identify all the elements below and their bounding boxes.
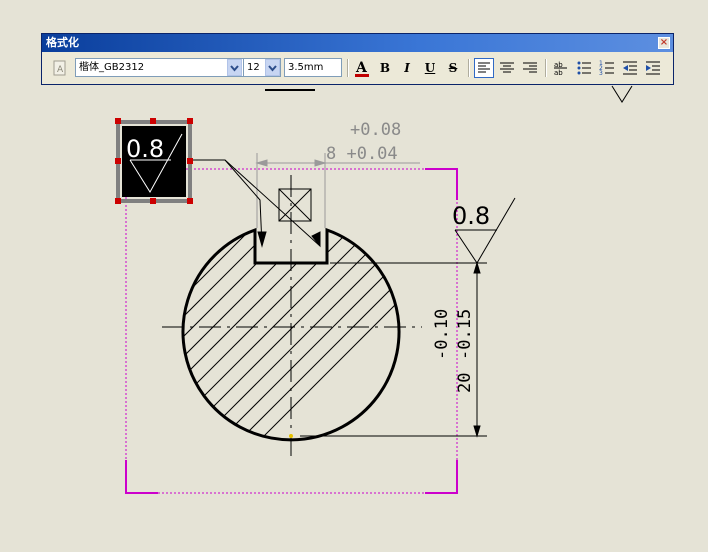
dimension-tolerance-upper: -0.15 (455, 309, 475, 360)
numbered-list-icon[interactable]: 123 (597, 58, 617, 78)
svg-text:ab: ab (554, 69, 563, 77)
toolbar-controls: A 楷体_GB2312 12 3.5mm A B I U S ab ab 1 2… (42, 54, 673, 82)
snap-point (289, 434, 293, 438)
svg-text:A: A (355, 60, 368, 76)
outdent-icon[interactable] (620, 58, 640, 78)
text-color-button[interactable]: A (352, 58, 372, 78)
selected-roughness-block[interactable]: 0.8 (115, 118, 193, 204)
align-right-icon[interactable] (520, 58, 540, 78)
align-left-icon[interactable] (474, 58, 494, 78)
stack-icon[interactable]: ab ab (551, 58, 571, 78)
bold-button[interactable]: B (375, 58, 395, 78)
roughness-value-selected: 0.8 (126, 135, 164, 163)
toolbar-separator (545, 59, 547, 77)
toolbar-separator (468, 59, 470, 77)
underline-button[interactable]: U (420, 58, 440, 78)
roughness-value-top: 0.8 (452, 202, 490, 230)
dimension-tolerance-lower: -0.10 (432, 309, 452, 360)
toolbar-title: 格式化 (46, 36, 79, 49)
dimension-value: 20 (455, 373, 475, 393)
tolerance-lower: 8 +0.04 (326, 144, 398, 164)
close-icon[interactable]: × (658, 37, 670, 49)
svg-text:3: 3 (599, 70, 603, 77)
format-toolbar[interactable]: 格式化 × A 楷体_GB2312 12 3.5mm A B I U S ab … (41, 33, 674, 85)
toolbar-pointer (611, 85, 633, 103)
chevron-down-icon[interactable] (227, 59, 242, 76)
align-center-icon[interactable] (497, 58, 517, 78)
svg-text:A: A (57, 65, 64, 75)
keyway-width-dimension (255, 153, 420, 228)
toolbar-separator (347, 59, 349, 77)
italic-button[interactable]: I (397, 58, 417, 78)
strikethrough-button[interactable]: S (443, 58, 463, 78)
text-height-input[interactable]: 3.5mm (284, 58, 342, 77)
bullet-list-icon[interactable] (574, 58, 594, 78)
chevron-down-icon[interactable] (265, 59, 280, 76)
tolerance-upper: +0.08 (350, 120, 401, 140)
text-style-icon[interactable]: A (50, 58, 70, 78)
indent-icon[interactable] (643, 58, 663, 78)
toolbar-titlebar[interactable]: 格式化 × (42, 34, 673, 52)
